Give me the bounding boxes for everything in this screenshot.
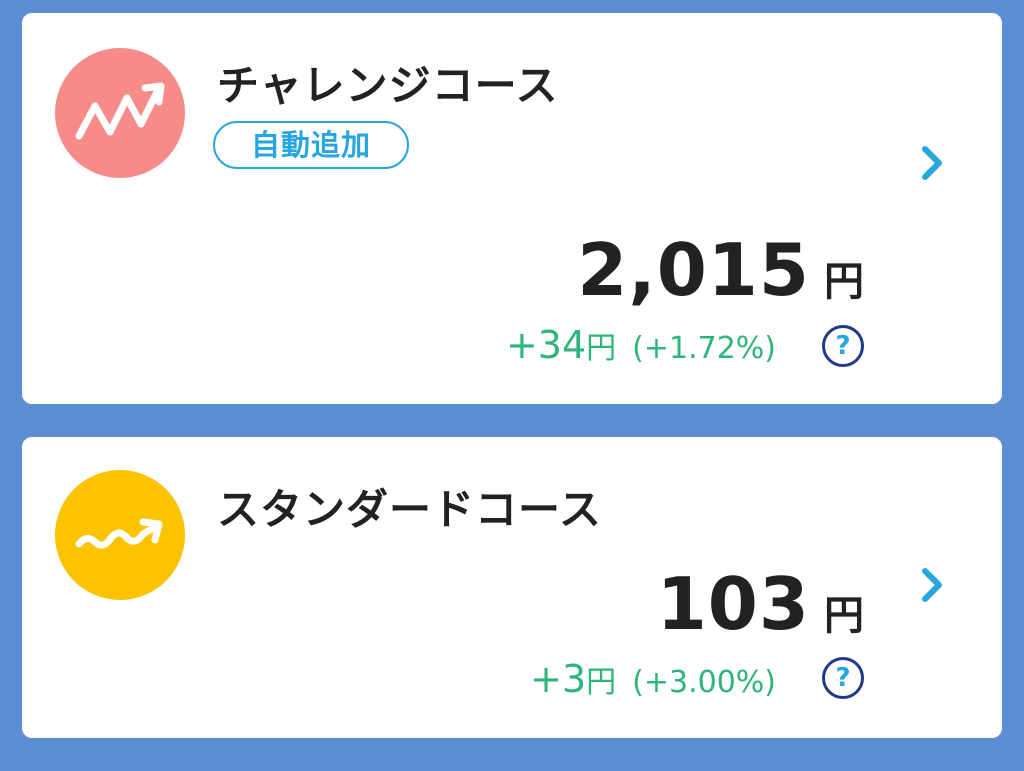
auto-add-badge: 自動追加 — [213, 121, 409, 169]
help-icon[interactable]: ? — [822, 325, 864, 367]
amount-value: 103 — [656, 562, 810, 646]
page: { "colors": { "background": "#5b8ed3", "… — [0, 0, 1024, 771]
change-unit: 円 — [586, 665, 617, 700]
change-unit: 円 — [586, 331, 617, 366]
course-title: チャレンジコース — [217, 61, 559, 110]
balance-change: +3円 (+3.00%) — [530, 657, 776, 701]
standard-course-card[interactable]: スタンダードコース 103 円 +3円 (+3.00%) ? — [22, 437, 1002, 738]
amount-value: 2,015 — [577, 228, 810, 312]
change-percent: (+1.72%) — [632, 331, 776, 366]
amount-unit: 円 — [824, 593, 864, 639]
balance-change: +34円 (+1.72%) — [506, 323, 776, 367]
zigzag-trend-up-icon — [55, 48, 185, 178]
chevron-right-icon[interactable] — [915, 141, 951, 185]
balance-amount: 103 円 — [657, 562, 864, 646]
course-title: スタンダードコース — [217, 485, 602, 534]
amount-unit: 円 — [824, 259, 864, 305]
change-value: +3 — [530, 657, 587, 701]
challenge-course-card[interactable]: チャレンジコース 自動追加 2,015 円 +34円 (+1.72%) ? — [22, 13, 1002, 404]
change-value: +34 — [505, 323, 587, 367]
balance-amount: 2,015 円 — [577, 228, 864, 312]
chevron-right-icon[interactable] — [915, 563, 951, 607]
help-icon[interactable]: ? — [822, 657, 864, 699]
wave-trend-up-icon — [55, 470, 185, 600]
change-percent: (+3.00%) — [632, 665, 776, 700]
